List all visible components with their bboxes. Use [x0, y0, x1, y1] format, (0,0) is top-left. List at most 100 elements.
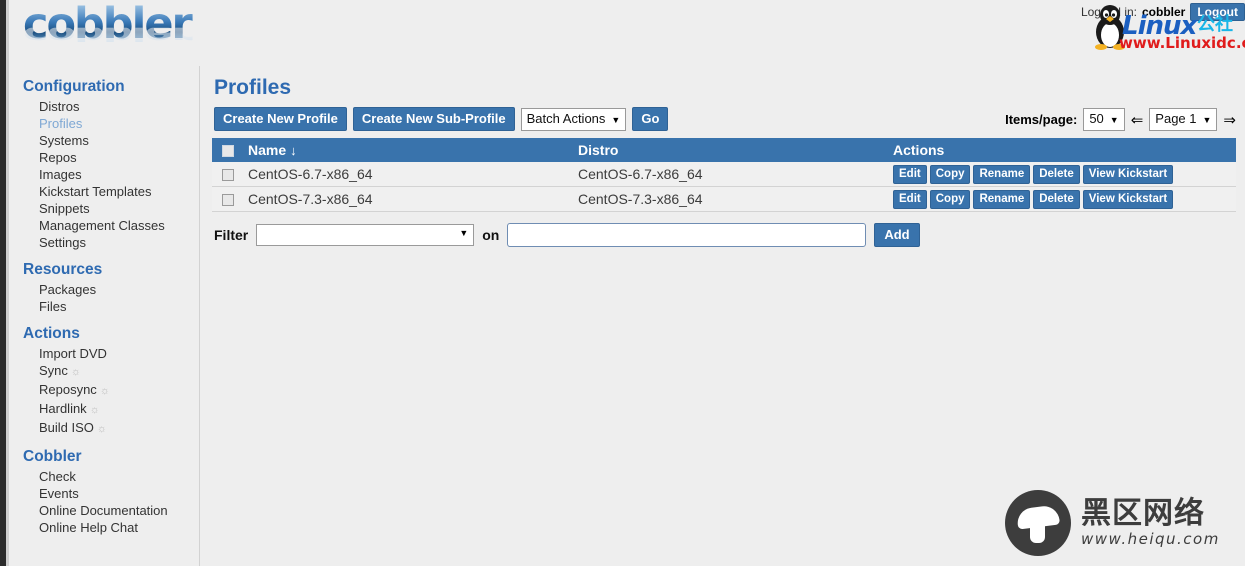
row-name-cell: CentOS-6.7-x86_64 [242, 162, 572, 187]
view-kickstart-button[interactable]: View Kickstart [1082, 165, 1174, 184]
sidebar-item-events[interactable]: Events [9, 485, 199, 502]
session-strip: Logged in: cobbler Logout [1081, 3, 1245, 21]
sidebar-list-resources: Packages Files [9, 281, 199, 321]
masthead: cobbler cobbler Logged in: cobbler Logou… [9, 0, 1245, 66]
sidebar-item-label: Kickstart Templates [39, 184, 152, 199]
sidebar-item-label: Build ISO [39, 420, 94, 435]
sidebar-item-label: Systems [39, 133, 89, 148]
filter-value-input[interactable] [507, 223, 867, 247]
sidebar-item-sync[interactable]: Sync ☼ [9, 362, 199, 381]
go-button[interactable]: Go [632, 107, 669, 131]
sidebar-item-label: Events [39, 486, 79, 501]
row-actions-cell: Edit Copy Rename Delete View Kickstart [887, 186, 1236, 212]
sidebar-item-profiles[interactable]: Profiles [9, 115, 199, 132]
sidebar-list-configuration: Distros Profiles Systems Repos Images Ki… [9, 98, 199, 257]
view-kickstart-button[interactable]: View Kickstart [1082, 190, 1174, 209]
row-select-cell [212, 162, 242, 187]
batch-actions-select[interactable]: Batch Actions ▼ [520, 107, 627, 131]
column-header-actions: Actions [887, 138, 1236, 162]
toolbar-left-group: Create New Profile Create New Sub-Profil… [214, 107, 669, 131]
sidebar-item-distros[interactable]: Distros [9, 98, 199, 115]
sidebar-item-online-documentation[interactable]: Online Documentation [9, 502, 199, 519]
sidebar-heading-cobbler: Cobbler [23, 448, 82, 465]
delete-button[interactable]: Delete [1033, 165, 1080, 184]
row-checkbox[interactable] [222, 194, 234, 207]
column-header-name[interactable]: Name ↓ [242, 138, 572, 162]
logged-in-label: Logged in: [1080, 5, 1137, 19]
sidebar-item-kickstart-templates[interactable]: Kickstart Templates [9, 183, 199, 200]
sidebar-item-label: Online Documentation [39, 503, 168, 518]
sidebar-item-label: Repos [39, 150, 77, 165]
sidebar-item-label: Check [39, 469, 76, 484]
gear-icon: ☼ [89, 404, 100, 416]
batch-actions-value: Batch Actions [526, 110, 606, 126]
logged-in-username: cobbler [1142, 5, 1186, 19]
table-header-row: Name ↓ Distro Actions [212, 138, 1236, 162]
copy-button[interactable]: Copy [929, 165, 971, 184]
table-header: Name ↓ Distro Actions [212, 138, 1236, 162]
sidebar-item-import-dvd[interactable]: Import DVD [9, 345, 199, 362]
filter-row: Filter ▼ on Add [212, 223, 1245, 247]
select-all-checkbox[interactable] [222, 145, 234, 158]
pagination-controls: Items/page: 50 ▼ ⇐ Page 1 ▼ ⇒ [1005, 108, 1236, 131]
chevron-down-icon: ▼ [459, 228, 469, 238]
row-distro-cell: CentOS-6.7-x86_64 [572, 162, 887, 187]
table-row: CentOS-6.7-x86_64 CentOS-6.7-x86_64 Edit… [212, 162, 1236, 187]
column-header-distro[interactable]: Distro [572, 138, 887, 162]
create-new-profile-button[interactable]: Create New Profile [214, 107, 347, 131]
main-content: Profiles Create New Profile Create New S… [201, 66, 1245, 566]
next-page-arrow-icon[interactable]: ⇒ [1223, 111, 1236, 129]
gear-icon: ☼ [99, 385, 110, 397]
sidebar-item-label: Online Help Chat [39, 520, 138, 535]
sidebar-item-hardlink[interactable]: Hardlink ☼ [9, 400, 199, 419]
column-header-actions-label: Actions [893, 142, 945, 158]
edit-button[interactable]: Edit [893, 190, 927, 209]
table-row: CentOS-7.3-x86_64 CentOS-7.3-x86_64 Edit… [212, 186, 1236, 212]
sidebar-item-label: Images [39, 167, 82, 182]
items-per-page-label: Items/page: [1005, 112, 1078, 127]
sidebar-item-repos[interactable]: Repos [9, 149, 199, 166]
sidebar-item-packages[interactable]: Packages [9, 281, 199, 298]
page-select[interactable]: Page 1 ▼ [1149, 108, 1218, 131]
sidebar-item-settings[interactable]: Settings [9, 234, 199, 251]
sidebar-heading-configuration: Configuration [23, 78, 125, 95]
select-all-header [212, 138, 242, 162]
logout-button[interactable]: Logout [1190, 3, 1245, 21]
sidebar-item-label: Sync [39, 363, 68, 378]
page-title: Profiles [214, 76, 292, 99]
edit-button[interactable]: Edit [893, 165, 927, 184]
sidebar-item-systems[interactable]: Systems [9, 132, 199, 149]
gear-icon: ☼ [96, 423, 108, 435]
items-per-page-select[interactable]: 50 ▼ [1083, 108, 1125, 131]
sidebar: Configuration Distros Profiles Systems R… [9, 66, 200, 566]
delete-button[interactable]: Delete [1033, 190, 1080, 209]
sidebar-item-images[interactable]: Images [9, 166, 199, 183]
sidebar-item-label: Reposync [39, 382, 97, 397]
sidebar-item-management-classes[interactable]: Management Classes [9, 217, 199, 234]
rename-button[interactable]: Rename [973, 165, 1031, 184]
row-distro-cell: CentOS-7.3-x86_64 [572, 186, 887, 212]
sidebar-item-files[interactable]: Files [9, 298, 199, 315]
add-filter-button[interactable]: Add [874, 223, 920, 247]
items-per-page-value: 50 [1089, 111, 1104, 126]
sidebar-item-build-iso[interactable]: Build ISO ☼ [9, 419, 199, 438]
sidebar-item-label: Snippets [39, 201, 90, 216]
rename-button[interactable]: Rename [973, 190, 1031, 209]
sidebar-list-cobbler: Check Events Online Documentation Online… [9, 468, 199, 542]
sidebar-item-reposync[interactable]: Reposync ☼ [9, 381, 199, 400]
sidebar-item-label: Hardlink [39, 401, 87, 416]
sidebar-item-online-help-chat[interactable]: Online Help Chat [9, 519, 199, 536]
row-checkbox[interactable] [222, 169, 234, 182]
create-new-sub-profile-button[interactable]: Create New Sub-Profile [352, 107, 515, 131]
sidebar-item-snippets[interactable]: Snippets [9, 200, 199, 217]
sidebar-item-label: Packages [39, 282, 97, 297]
copy-button[interactable]: Copy [929, 190, 971, 209]
sidebar-item-label: Profiles [39, 116, 83, 131]
sidebar-heading-resources: Resources [23, 261, 103, 278]
sidebar-item-check[interactable]: Check [9, 468, 199, 485]
page-value: Page 1 [1155, 111, 1197, 126]
chevron-down-icon: ▼ [1109, 115, 1119, 125]
chevron-down-icon: ▼ [1202, 115, 1212, 125]
filter-field-select[interactable]: ▼ [256, 224, 475, 246]
prev-page-arrow-icon[interactable]: ⇐ [1131, 111, 1144, 129]
